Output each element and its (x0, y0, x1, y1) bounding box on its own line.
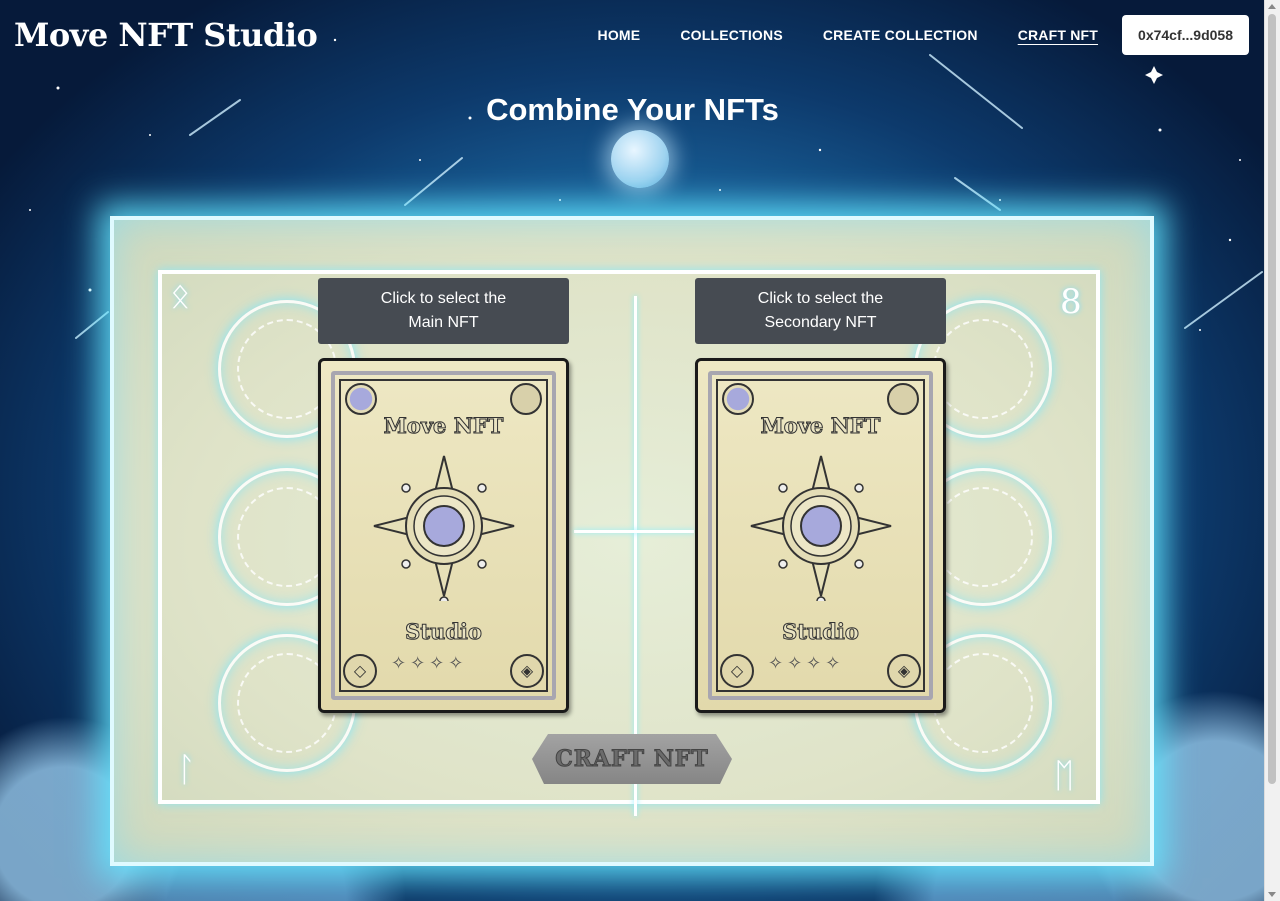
corner-glyph-bottom-left: ᛚ (176, 750, 197, 790)
card-orb-icon (887, 383, 919, 415)
page-scrollbar[interactable] (1264, 0, 1280, 901)
diamond-badge-icon: ◇ (343, 654, 377, 688)
nav-craft-nft[interactable]: CRAFT NFT (1018, 27, 1098, 43)
main-nft-slot[interactable]: Click to select the Main NFT Move NFT St… (318, 278, 569, 713)
card-stars: ✧✧✧✧ (768, 653, 845, 673)
compass-emblem-icon (750, 455, 891, 601)
diamond-badge-icon: ◈ (887, 654, 921, 688)
secondary-nft-slot[interactable]: Click to select the Secondary NFT Move N… (695, 278, 946, 713)
navbar: Move NFT Studio HOME COLLECTIONS CREATE … (0, 0, 1265, 70)
main-nft-card[interactable]: Move NFT Studio ◇ ✧✧✧✧ ◈ (318, 358, 569, 713)
card-subtitle: Studio (405, 619, 483, 645)
secondary-nft-label-line1: Click to select the (757, 290, 884, 307)
main-nft-label-line1: Click to select the (380, 290, 507, 307)
scroll-up-arrow-icon[interactable] (1268, 4, 1276, 9)
card-orb-icon (345, 383, 377, 415)
nav-links: HOME COLLECTIONS CREATE COLLECTION CRAFT… (558, 15, 1249, 55)
moon-orb (611, 130, 669, 188)
craft-nft-button[interactable]: CRAFT NFT (532, 734, 732, 784)
scrollbar-thumb[interactable] (1268, 14, 1276, 784)
nav-collections[interactable]: COLLECTIONS (680, 27, 783, 43)
board-cross-line (574, 530, 694, 533)
corner-glyph-bottom-right: ᛖ (1054, 756, 1075, 796)
main-nft-select-label[interactable]: Click to select the Main NFT (318, 278, 569, 344)
card-title: Move NFT (760, 413, 881, 439)
page-title: Combine Your NFTs (486, 92, 779, 127)
nav-create-collection[interactable]: CREATE COLLECTION (823, 27, 978, 43)
diamond-badge-icon: ◇ (720, 654, 754, 688)
corner-glyph-top-left: ᛟ (170, 276, 191, 316)
card-subtitle: Studio (782, 619, 860, 645)
card-orb-icon (722, 383, 754, 415)
secondary-nft-label-line2: Secondary NFT (764, 314, 877, 331)
card-title: Move NFT (383, 413, 504, 439)
corner-glyph-top-right: 8 (1060, 282, 1082, 322)
main-nft-label-line2: Main NFT (408, 314, 479, 331)
card-stars: ✧✧✧✧ (391, 653, 468, 673)
secondary-nft-select-label[interactable]: Click to select the Secondary NFT (695, 278, 946, 344)
nav-home[interactable]: HOME (598, 27, 641, 43)
wallet-address-button[interactable]: 0x74cf...9d058 (1122, 15, 1249, 55)
app-logo[interactable]: Move NFT Studio (14, 16, 318, 54)
scroll-down-arrow-icon[interactable] (1268, 892, 1276, 897)
secondary-nft-card[interactable]: Move NFT Studio ◇ ✧✧✧✧ ◈ (695, 358, 946, 713)
compass-emblem-icon (373, 455, 514, 601)
card-orb-icon (510, 383, 542, 415)
diamond-badge-icon: ◈ (510, 654, 544, 688)
